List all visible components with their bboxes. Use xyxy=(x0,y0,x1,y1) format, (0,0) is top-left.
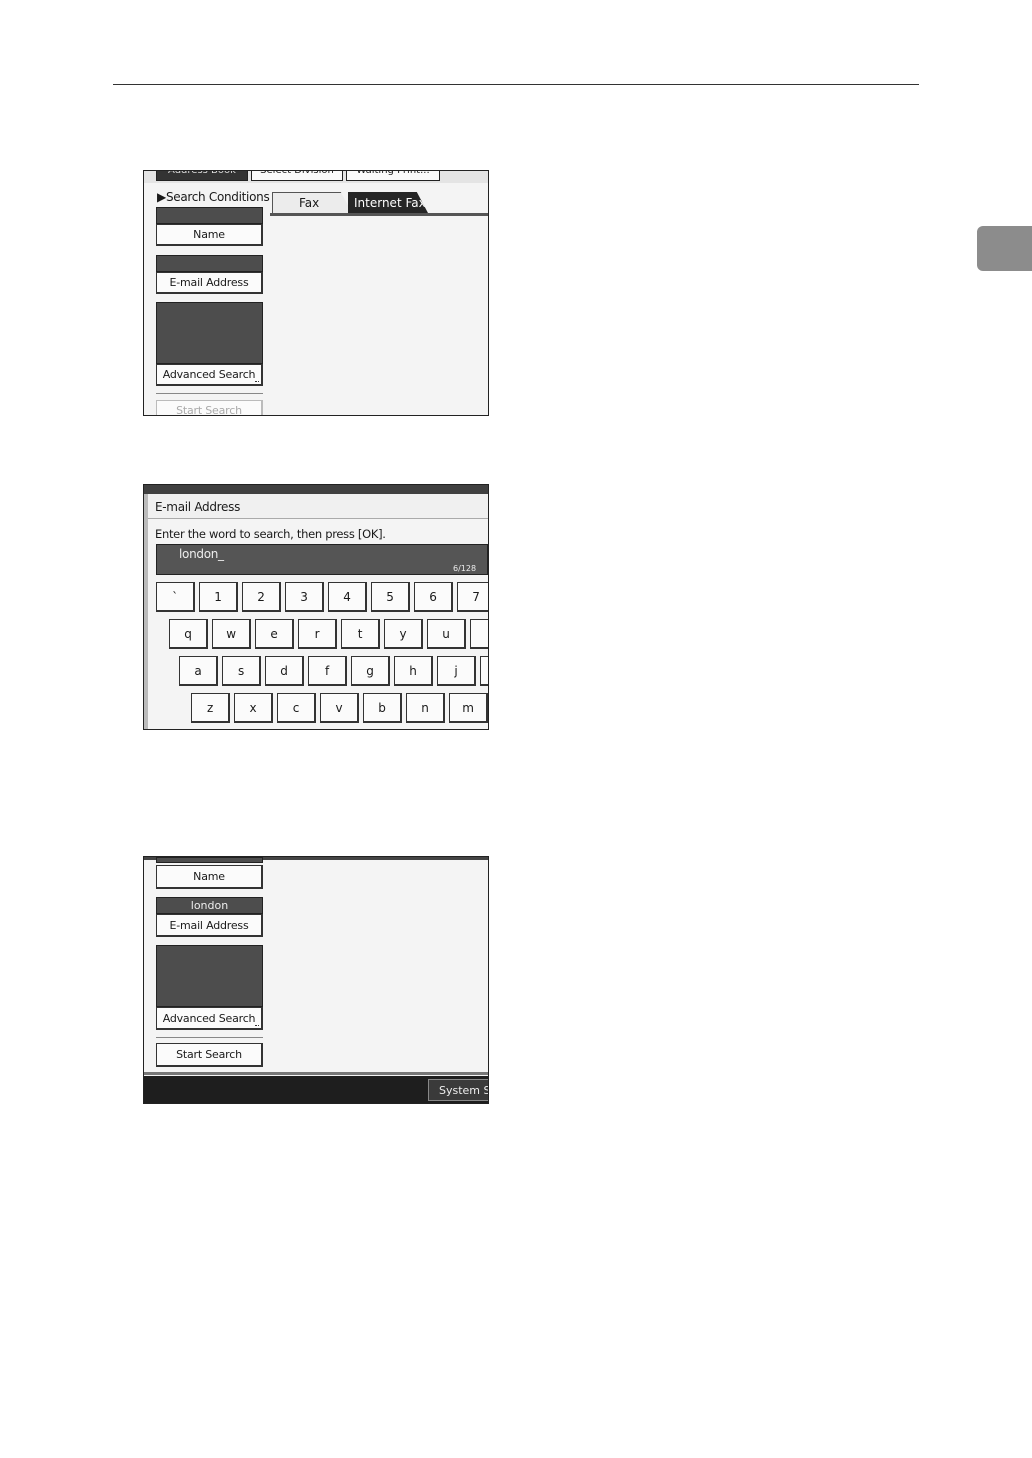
key-0-5[interactable]: 5 xyxy=(371,582,410,612)
key-3-0[interactable]: z xyxy=(191,693,230,723)
system-status-button[interactable]: System Status xyxy=(428,1079,488,1101)
email-address-button[interactable]: E-mail Address xyxy=(156,272,263,294)
key-1-5[interactable]: y xyxy=(384,619,423,649)
key-3-2[interactable]: c xyxy=(277,693,316,723)
tab-address-book[interactable]: Address Book xyxy=(156,171,248,181)
key-0-3[interactable]: 3 xyxy=(285,582,324,612)
start-search-button[interactable]: Start Search xyxy=(156,1043,263,1067)
key-2-5[interactable]: h xyxy=(394,656,433,686)
key-0-6[interactable]: 6 xyxy=(414,582,453,612)
advanced-search-value-field xyxy=(156,302,263,364)
screenshot-search-conditions: Address Book Select Division Waiting Pri… xyxy=(143,170,489,416)
char-counter: 6/128 xyxy=(453,564,477,573)
key-3-1[interactable]: x xyxy=(234,693,273,723)
key-2-0[interactable]: a xyxy=(179,656,218,686)
key-1-1[interactable]: w xyxy=(212,619,251,649)
bottom-rule xyxy=(144,1072,488,1075)
search-conditions-label: ▶Search Conditions xyxy=(157,190,270,204)
key-partial[interactable] xyxy=(480,656,488,686)
key-0-2[interactable]: 2 xyxy=(242,582,281,612)
advanced-search-value-field xyxy=(156,945,263,1007)
more-dots-icon xyxy=(255,381,259,383)
chapter-side-tab xyxy=(977,226,1032,271)
top-bar xyxy=(144,485,488,494)
divider xyxy=(156,393,263,394)
page-header-rule xyxy=(113,84,919,85)
search-input-value: london_ xyxy=(179,547,224,561)
tab-fax[interactable]: Fax xyxy=(272,192,352,213)
key-2-4[interactable]: g xyxy=(351,656,390,686)
key-3-5[interactable]: n xyxy=(406,693,445,723)
instruction-text: Enter the word to search, then press [OK… xyxy=(155,527,386,541)
key-1-2[interactable]: e xyxy=(255,619,294,649)
key-1-3[interactable]: r xyxy=(298,619,337,649)
left-border xyxy=(144,494,148,729)
key-3-6[interactable]: m xyxy=(449,693,488,723)
email-address-button[interactable]: E-mail Address xyxy=(156,914,263,937)
tab-underline xyxy=(270,213,488,216)
tab-internet-fax[interactable]: Internet Fax xyxy=(348,192,428,213)
screenshot-email-keyboard: E-mail Address Enter the word to search,… xyxy=(143,484,489,730)
key-2-2[interactable]: d xyxy=(265,656,304,686)
advanced-search-button[interactable]: Advanced Search xyxy=(156,364,263,386)
more-dots-icon xyxy=(255,1025,259,1027)
email-value-field: london xyxy=(156,897,263,914)
screenshot-search-result-conditions: Name london E-mail Address Advanced Sear… xyxy=(143,856,489,1104)
start-search-button[interactable]: Start Search xyxy=(156,400,263,415)
key-2-1[interactable]: s xyxy=(222,656,261,686)
tab-waiting-print[interactable]: Waiting Print... xyxy=(346,171,440,181)
name-value-field xyxy=(156,207,263,224)
advanced-search-button[interactable]: Advanced Search xyxy=(156,1007,263,1030)
name-button[interactable]: Name xyxy=(156,224,263,246)
name-button[interactable]: Name xyxy=(156,865,263,889)
key-1-6[interactable]: u xyxy=(427,619,466,649)
key-2-3[interactable]: f xyxy=(308,656,347,686)
play-triangle-icon: ▶ xyxy=(157,190,166,204)
dialog-title: E-mail Address xyxy=(155,500,241,514)
tab-select-division[interactable]: Select Division xyxy=(251,171,343,181)
email-value-field xyxy=(156,255,263,272)
search-input[interactable]: london_ 6/128 xyxy=(156,544,488,575)
key-partial[interactable] xyxy=(470,619,488,649)
key-1-0[interactable]: q xyxy=(169,619,208,649)
key-0-0[interactable]: ` xyxy=(156,582,195,612)
divider xyxy=(156,1037,263,1038)
name-value-field xyxy=(156,857,263,863)
key-0-7[interactable]: 7 xyxy=(457,582,488,612)
key-3-3[interactable]: v xyxy=(320,693,359,723)
key-0-1[interactable]: 1 xyxy=(199,582,238,612)
key-0-4[interactable]: 4 xyxy=(328,582,367,612)
key-1-4[interactable]: t xyxy=(341,619,380,649)
key-3-4[interactable]: b xyxy=(363,693,402,723)
key-2-6[interactable]: j xyxy=(437,656,476,686)
